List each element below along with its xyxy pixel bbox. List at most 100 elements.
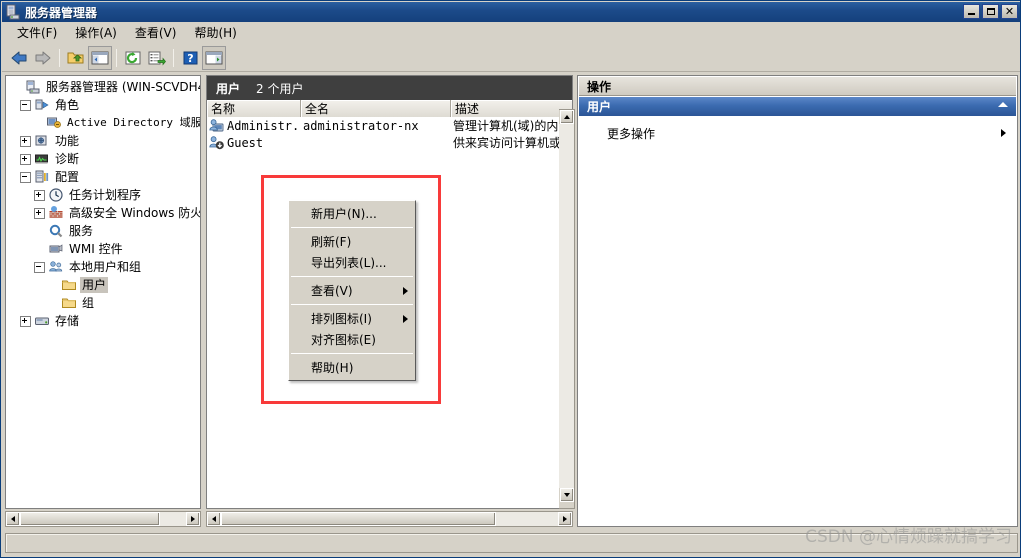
tree-node-services[interactable]: 服务 <box>8 222 200 240</box>
configuration-icon <box>34 169 50 185</box>
tree-node-active-directory[interactable]: Active Directory 域服 <box>8 114 200 132</box>
toolbar-separator-2 <box>116 48 117 67</box>
server-manager-window: 服务器管理器 ✕ 文件(F) 操作(A) 查看(V) 帮助(H) ? 服务器管理… <box>0 0 1021 558</box>
tree-node-label: 组 <box>82 296 95 310</box>
minimize-button[interactable] <box>963 4 980 19</box>
forward-icon[interactable] <box>31 46 55 70</box>
ctx-align-icons[interactable]: 对齐图标(E) <box>289 329 415 350</box>
guest-user-icon <box>209 135 225 151</box>
tree-node-label: 存储 <box>55 314 80 328</box>
page-title: 用户 <box>216 81 241 96</box>
toolbar-separator-1 <box>59 48 60 67</box>
ad-ds-icon <box>46 115 62 131</box>
server-manager-icon <box>25 79 41 95</box>
tree-node-local-users-groups[interactable]: 本地用户和组 <box>8 258 200 276</box>
refresh-icon[interactable] <box>121 46 145 70</box>
window-controls: ✕ <box>963 4 1018 19</box>
scroll-thumb[interactable] <box>221 512 496 526</box>
tree-node-server-manager[interactable]: 服务器管理器 (WIN-SCVDH4LTMM <box>8 78 200 96</box>
ctx-item-label: 对齐图标(E) <box>311 333 376 347</box>
scroll-thumb[interactable] <box>20 512 160 526</box>
scroll-left-button[interactable] <box>207 512 221 526</box>
scroll-track[interactable] <box>160 512 186 526</box>
tree-expander-plus[interactable] <box>33 207 46 220</box>
menu-file[interactable]: 文件(F) <box>8 22 66 43</box>
actions-pane: 操作 用户 更多操作 <box>577 75 1018 527</box>
column-header-name[interactable]: 名称 <box>207 100 301 117</box>
tree-node-groups[interactable]: 组 <box>8 294 200 312</box>
help-icon[interactable]: ? <box>178 46 202 70</box>
center-vscrollbar[interactable] <box>559 109 575 509</box>
context-menu-separator <box>291 304 413 305</box>
tree-node-task-scheduler[interactable]: 任务计划程序 <box>8 186 200 204</box>
tree-node-wmi-control[interactable]: WMI 控件 <box>8 240 200 258</box>
scroll-right-button[interactable] <box>558 512 572 526</box>
tree-node-configuration[interactable]: 配置 <box>8 168 200 186</box>
tree-node-roles[interactable]: 角色 <box>8 96 200 114</box>
ctx-item-label: 导出列表(L)... <box>311 256 387 270</box>
ctx-help[interactable]: 帮助(H) <box>289 357 415 378</box>
scroll-left-button[interactable] <box>6 512 20 526</box>
task-scheduler-icon <box>48 187 64 203</box>
more-actions-item[interactable]: 更多操作 <box>579 124 1016 142</box>
ctx-item-label: 帮助(H) <box>311 361 354 375</box>
show-tree-icon[interactable] <box>88 45 112 70</box>
context-menu-separator <box>291 353 413 354</box>
column-label: 全名 <box>305 102 330 116</box>
tree-node-label: 服务 <box>69 224 94 238</box>
column-label: 名称 <box>211 102 236 116</box>
menu-help[interactable]: 帮助(H) <box>185 22 245 43</box>
ctx-new-user[interactable]: 新用户(N)... <box>289 203 415 224</box>
console-tree-pane: 服务器管理器 (WIN-SCVDH4LTMM 角色 <box>5 75 201 509</box>
chevron-up-icon[interactable] <box>998 102 1008 107</box>
maximize-button[interactable] <box>982 4 999 19</box>
table-row[interactable]: Administr... administrator-nx 管理计算机(域)的内 <box>207 117 572 134</box>
ctx-export-list[interactable]: 导出列表(L)... <box>289 252 415 273</box>
context-menu-separator <box>291 276 413 277</box>
export-list-icon[interactable] <box>145 46 169 70</box>
tree-node-label: 本地用户和组 <box>69 260 142 274</box>
column-header-description[interactable]: 描述 <box>451 100 572 117</box>
center-hscrollbar[interactable] <box>206 511 573 527</box>
context-menu: 新用户(N)... 刷新(F) 导出列表(L)... 查看(V) 排列图标(I)… <box>288 200 416 381</box>
scroll-track[interactable] <box>496 512 558 526</box>
tree-node-firewall[interactable]: 高级安全 Windows 防火 <box>8 204 200 222</box>
actions-section-users[interactable]: 用户 <box>579 97 1016 116</box>
tree-node-storage[interactable]: 存储 <box>8 312 200 330</box>
ctx-item-label: 刷新(F) <box>311 235 352 249</box>
tree-expander-minus[interactable] <box>19 99 32 112</box>
scroll-up-button[interactable] <box>559 110 574 124</box>
column-header-fullname[interactable]: 全名 <box>301 100 451 117</box>
scroll-right-button[interactable] <box>186 512 200 526</box>
menu-action[interactable]: 操作(A) <box>66 22 126 43</box>
tree-hscrollbar[interactable] <box>5 511 201 527</box>
ctx-arrange-icons[interactable]: 排列图标(I) <box>289 308 415 329</box>
close-button[interactable]: ✕ <box>1001 4 1018 19</box>
back-icon[interactable] <box>7 46 31 70</box>
tree-expander-plus[interactable] <box>19 135 32 148</box>
tree-node-diagnostics[interactable]: 诊断 <box>8 150 200 168</box>
user-description: 供来宾访问计算机或 <box>453 136 562 150</box>
ctx-view[interactable]: 查看(V) <box>289 280 415 301</box>
tree-expander-minus[interactable] <box>33 261 46 274</box>
svg-text:?: ? <box>187 52 193 65</box>
scroll-down-button[interactable] <box>559 488 574 502</box>
server-manager-icon <box>5 4 21 20</box>
tree-node-users[interactable]: 用户 <box>8 276 200 294</box>
tree-expander-minus[interactable] <box>19 171 32 184</box>
show-action-pane-icon[interactable] <box>202 45 226 70</box>
features-icon <box>34 133 50 149</box>
table-row[interactable]: Guest 供来宾访问计算机或 <box>207 134 572 151</box>
tree-node-label: 用户 <box>80 277 109 293</box>
up-folder-icon[interactable] <box>64 46 88 70</box>
tree-expander-plus[interactable] <box>19 315 32 328</box>
cell-description: 管理计算机(域)的内 <box>451 117 572 134</box>
tree-node-features[interactable]: 功能 <box>8 132 200 150</box>
user-fullname: administrator-nx <box>303 118 419 133</box>
scroll-track[interactable] <box>559 124 574 488</box>
tree-expander-plus[interactable] <box>19 153 32 166</box>
ctx-refresh[interactable]: 刷新(F) <box>289 231 415 252</box>
menu-view[interactable]: 查看(V) <box>126 22 186 43</box>
tree-node-label: 服务器管理器 (WIN-SCVDH4LTMM <box>46 80 200 94</box>
tree-expander-plus[interactable] <box>33 189 46 202</box>
